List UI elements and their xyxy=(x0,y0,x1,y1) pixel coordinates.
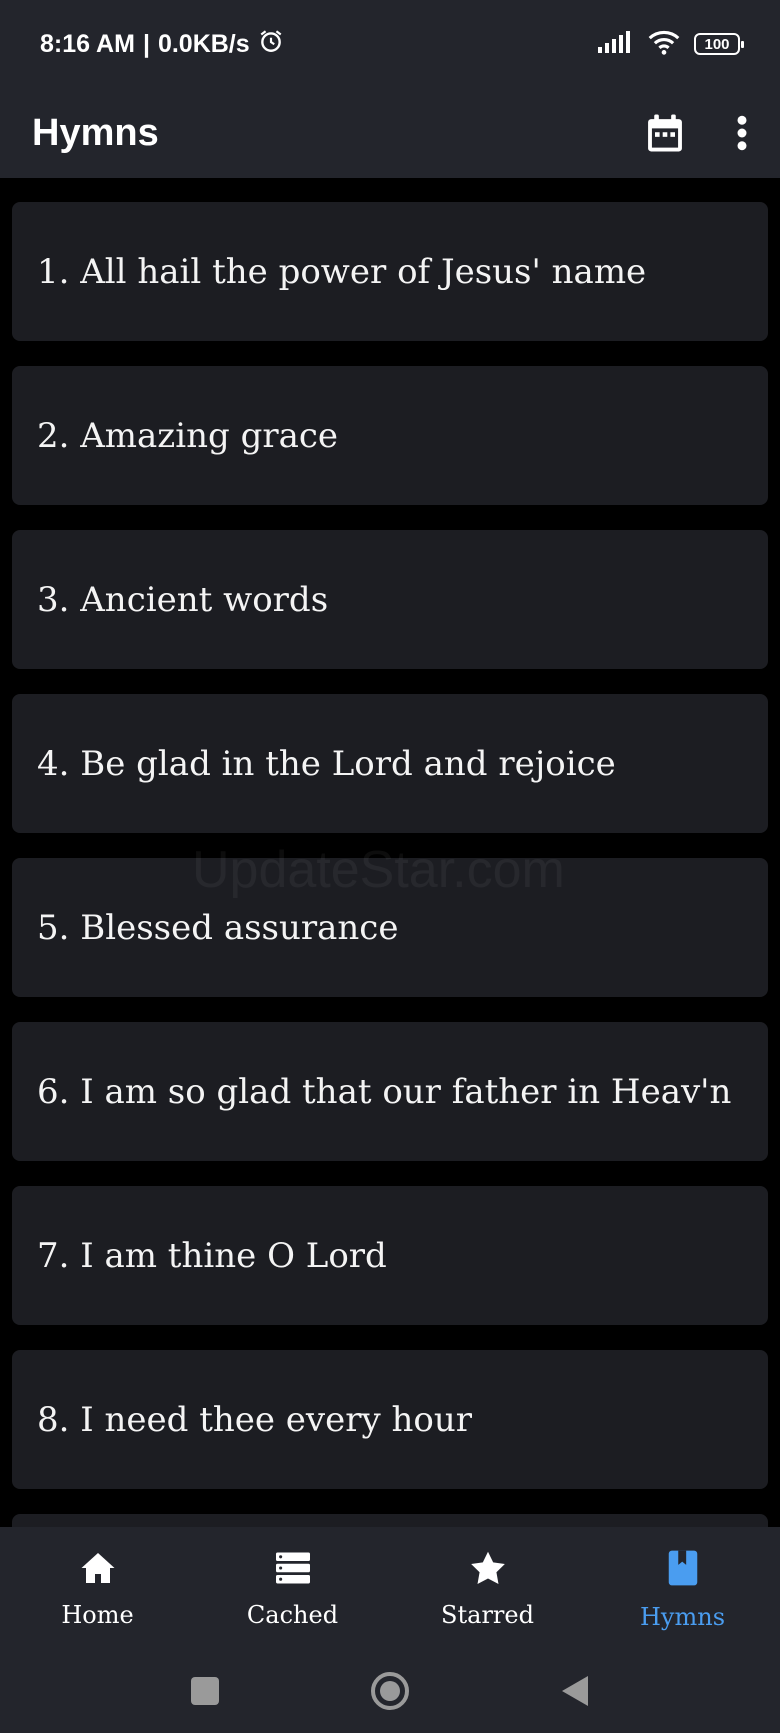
back-button[interactable] xyxy=(560,1674,590,1713)
bottom-nav: Home Cached Starred Hymns xyxy=(0,1527,780,1653)
system-nav-bar xyxy=(0,1653,780,1733)
hymn-title: 6. I am so glad that our father in Heav'… xyxy=(37,1071,732,1112)
nav-item-hymns[interactable]: Hymns xyxy=(585,1527,780,1653)
list-item[interactable]: 1. All hail the power of Jesus' name xyxy=(12,202,768,341)
alarm-icon xyxy=(258,28,284,61)
status-time: 8:16 AM xyxy=(40,29,135,58)
list-item[interactable]: 7. I am thine O Lord xyxy=(12,1186,768,1325)
list-item[interactable]: 8. I need thee every hour xyxy=(12,1350,768,1489)
hymn-list: 1. All hail the power of Jesus' name 2. … xyxy=(12,202,768,1678)
list-item[interactable]: 3. Ancient words xyxy=(12,530,768,669)
status-right: 100 xyxy=(598,29,744,60)
app-bar: Hymns xyxy=(0,88,780,178)
home-icon xyxy=(80,1551,116,1591)
list-item[interactable]: 5. Blessed assurance xyxy=(12,858,768,997)
status-left: 8:16 AM | 0.0KB/s xyxy=(40,28,284,61)
nav-label: Home xyxy=(61,1601,134,1629)
hymn-title: 4. Be glad in the Lord and rejoice xyxy=(37,743,616,784)
calendar-icon[interactable] xyxy=(646,113,684,153)
nav-label: Starred xyxy=(441,1601,534,1629)
book-icon xyxy=(667,1549,699,1593)
page-title: Hymns xyxy=(32,111,159,154)
star-icon xyxy=(470,1551,506,1591)
nav-item-cached[interactable]: Cached xyxy=(195,1527,390,1653)
hymn-title: 1. All hail the power of Jesus' name xyxy=(37,251,647,292)
list-icon xyxy=(274,1551,312,1591)
list-item[interactable]: 4. Be glad in the Lord and rejoice xyxy=(12,694,768,833)
hymn-title: 2. Amazing grace xyxy=(37,415,339,456)
home-button[interactable] xyxy=(370,1671,410,1716)
nav-label: Cached xyxy=(246,1601,339,1629)
hymn-title: 5. Blessed assurance xyxy=(37,907,399,948)
list-item[interactable]: 6. I am so glad that our father in Heav'… xyxy=(12,1022,768,1161)
nav-item-starred[interactable]: Starred xyxy=(390,1527,585,1653)
nav-label: Hymns xyxy=(639,1603,726,1631)
wifi-icon xyxy=(648,29,680,60)
app-bar-actions xyxy=(646,113,748,153)
signal-icon xyxy=(598,30,634,58)
list-item[interactable]: 2. Amazing grace xyxy=(12,366,768,505)
status-network-speed: 0.0KB/s xyxy=(157,29,250,58)
more-vert-icon[interactable] xyxy=(736,115,748,151)
hymn-title: 3. Ancient words xyxy=(37,579,329,620)
recents-button[interactable] xyxy=(190,1676,220,1711)
battery-icon: 100 xyxy=(694,33,744,55)
nav-item-home[interactable]: Home xyxy=(0,1527,195,1653)
hymn-title: 7. I am thine O Lord xyxy=(37,1235,387,1276)
battery-level: 100 xyxy=(704,35,730,53)
hymn-title: 8. I need thee every hour xyxy=(37,1399,473,1440)
status-bar: 8:16 AM | 0.0KB/s 100 xyxy=(0,0,780,88)
status-divider: | xyxy=(142,29,150,58)
